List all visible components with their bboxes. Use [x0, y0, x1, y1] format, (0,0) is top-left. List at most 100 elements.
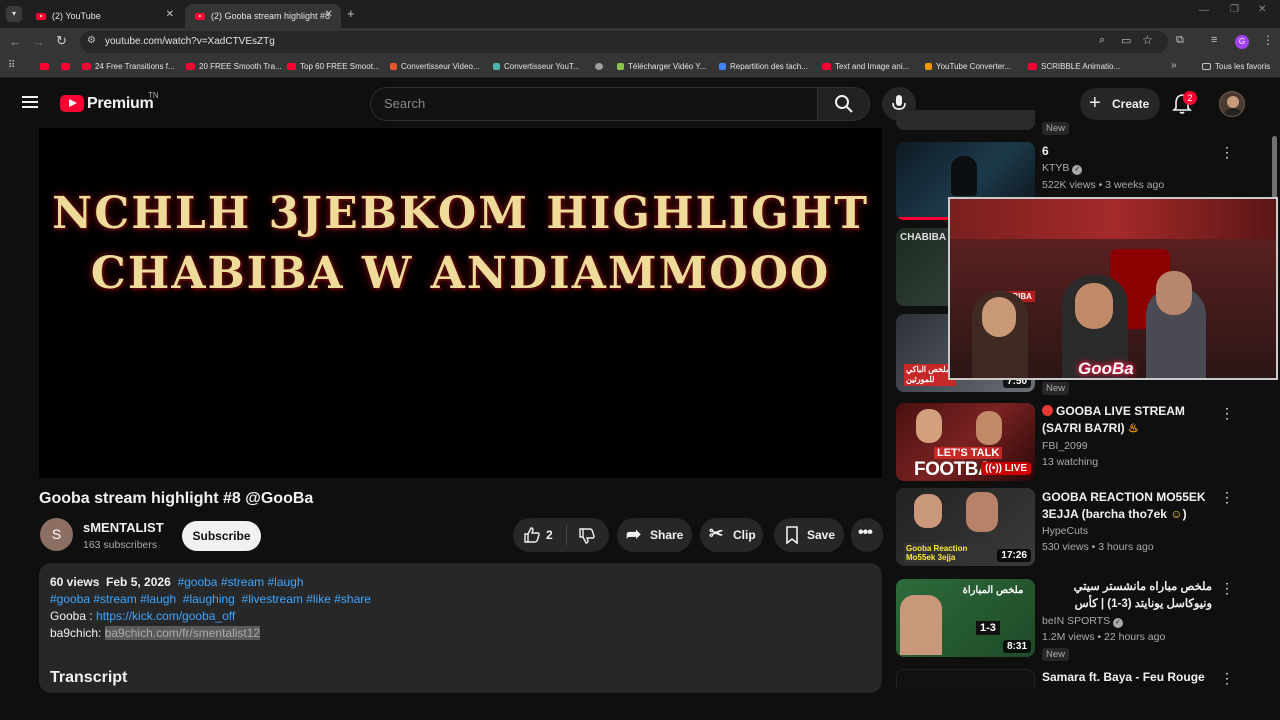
new-badge: New [1042, 648, 1070, 661]
account-avatar[interactable] [1219, 91, 1245, 117]
youtube-favicon-icon [36, 12, 46, 20]
bookmark-item[interactable]: Top 60 FREE Smoot... [287, 62, 380, 71]
more-options-icon[interactable]: ⋮ [1220, 405, 1234, 422]
live-indicator-icon [1042, 405, 1053, 416]
notifications-button[interactable]: 2 [1172, 91, 1197, 115]
video-thumbnail[interactable]: Gooba Reaction Mo55ek 3ejja 17:26 [896, 488, 1035, 566]
browser-tab-youtube[interactable]: (2) YouTube ✕ [26, 4, 182, 28]
upload-date: Feb 5, 2026 [106, 575, 171, 589]
video-thumbnail[interactable]: ملخص المباراة 1-3 8:31 [896, 579, 1035, 657]
video-title[interactable]: Samara ft. Baya - Feu Rouge [1042, 669, 1212, 686]
bookmark-label: Text and Image ani... [835, 62, 910, 71]
video-thumbnail[interactable] [896, 669, 1035, 688]
close-tab-icon[interactable]: ✕ [325, 9, 333, 20]
bookmark-youtube-2[interactable] [61, 62, 74, 71]
converter-favicon-icon [925, 63, 932, 70]
subscribe-button[interactable]: Subscribe [182, 521, 261, 551]
extensions-icon[interactable]: ⧉ [1176, 34, 1184, 47]
cast-icon[interactable]: ▭ [1121, 34, 1131, 47]
bookmark-item[interactable]: YouTube Converter... [925, 62, 1011, 71]
media-controls-icon[interactable]: ≡ [1211, 34, 1217, 46]
video-meta: 522K views • 3 weeks ago [1042, 179, 1165, 191]
dislike-button[interactable] [567, 518, 609, 552]
youtube-favicon-icon [287, 63, 296, 70]
bookmark-youtube-1[interactable] [40, 62, 53, 71]
video-title[interactable]: ملخص مباراه مانشستر سيتي ونيوكاسل يونايت… [1042, 579, 1212, 613]
site-info-icon[interactable]: ⚙ [87, 35, 96, 46]
video-thumbnail[interactable]: LET'S TALK FOOTBA ((•)) LIVE [896, 403, 1035, 481]
youtube-favicon-icon [82, 63, 91, 70]
bookmark-item[interactable]: Text and Image ani... [822, 62, 909, 71]
more-options-icon[interactable]: ⋮ [1220, 144, 1234, 161]
channel-name: beIN SPORTS ✓ [1042, 615, 1124, 628]
hashtags-top[interactable]: #gooba #stream #laugh [177, 575, 303, 589]
forward-arrow-icon[interactable]: → [32, 34, 45, 49]
hashtag-link[interactable]: #laughing [183, 592, 235, 606]
video-meta: 530 views • 3 hours ago [1042, 541, 1154, 553]
apps-grid-icon[interactable]: ⠿ [8, 60, 15, 71]
more-options-icon[interactable]: ⋮ [1220, 489, 1234, 506]
browser-menu-icon[interactable]: ⋮ [1262, 33, 1274, 47]
more-actions-button[interactable]: ••• [851, 518, 883, 552]
hashtag-link[interactable]: #livestream #like #share [242, 592, 371, 606]
minimize-window-icon[interactable]: — [1199, 5, 1209, 16]
share-button[interactable]: ➦ Share [617, 518, 692, 552]
create-button[interactable]: + Create [1080, 88, 1160, 120]
reload-icon[interactable]: ↻ [56, 33, 67, 49]
verified-icon: ✓ [1072, 165, 1083, 175]
search-input[interactable] [370, 87, 818, 121]
clip-button[interactable]: ✂ Clip [700, 518, 763, 552]
bookmark-label: Télécharger Vidéo Y... [628, 62, 707, 71]
close-window-icon[interactable]: ✕ [1258, 4, 1266, 15]
more-options-icon[interactable]: ⋮ [1220, 580, 1234, 597]
video-title[interactable]: 6 [1042, 143, 1212, 160]
channel-avatar[interactable]: S [40, 518, 73, 551]
youtube-favicon-icon [1028, 63, 1037, 70]
restore-window-icon[interactable]: ❐ [1230, 4, 1239, 15]
bookmark-item[interactable] [595, 62, 607, 71]
bookmark-star-icon[interactable]: ☆ [1142, 33, 1153, 47]
bookmark-item[interactable]: Convertisseur Video... [390, 62, 480, 71]
video-thumbnail-partial[interactable] [896, 110, 1035, 130]
more-options-icon[interactable]: ⋮ [1220, 670, 1234, 687]
more-horizontal-icon: ••• [858, 524, 873, 541]
video-player[interactable]: NCHLH 3JEBKOM HIGHLIGHT CHABIBA W ANDIAM… [39, 128, 882, 478]
picture-in-picture-overlay[interactable]: CHABIBA GooBa [948, 197, 1278, 380]
subscriber-count: 163 subscribers [83, 539, 158, 551]
bookmark-item[interactable]: Repartition des tach... [719, 62, 808, 71]
hashtag-link[interactable]: #gooba #stream [50, 592, 137, 606]
like-button[interactable]: 2 [513, 518, 566, 552]
kick-link[interactable]: https://kick.com/gooba_off [96, 609, 235, 623]
hashtag-link[interactable]: #laugh [140, 592, 176, 606]
bookmark-item[interactable]: 20 FREE Smooth Tra... [186, 62, 282, 71]
youtube-logo[interactable] [60, 95, 84, 112]
save-button[interactable]: Save [774, 518, 844, 552]
hamburger-menu-icon[interactable] [22, 96, 38, 108]
thumbnail-text: LET'S TALK [934, 447, 1003, 459]
back-arrow-icon[interactable]: ← [9, 34, 22, 49]
share-icon: ➦ [626, 524, 642, 544]
bookmark-item[interactable]: SCRIBBLE Animatio... [1028, 62, 1120, 71]
search-button[interactable] [817, 87, 870, 121]
scrollbar-thumb[interactable] [1272, 136, 1277, 200]
bookmark-item[interactable]: Convertisseur YouT... [493, 62, 580, 71]
all-bookmarks-folder[interactable]: Tous les favoris [1202, 62, 1270, 71]
new-tab-button[interactable]: + [347, 6, 355, 21]
browser-tab-active[interactable]: (2) Gooba stream highlight #8 ✕ [185, 4, 341, 28]
ba9chich-link[interactable]: ba9chich.com/fr/smentalist12 [104, 626, 261, 640]
bookmark-item[interactable]: 24 Free Transitions f... [82, 62, 175, 71]
tab-search-button[interactable]: ▾ [6, 6, 22, 22]
player-caption-line-2: CHABIBA W ANDIAMMOOO [90, 248, 831, 299]
description-meta: 60 views Feb 5, 2026 #gooba #stream #lau… [50, 575, 304, 589]
country-code: TN [148, 91, 159, 100]
channel-name[interactable]: sMENTALIST [83, 520, 164, 535]
zoom-icon[interactable]: ⌕ [1099, 34, 1105, 47]
video-title[interactable]: GOOBA LIVE STREAM (SA7RI BA7RI) ♨ [1042, 403, 1212, 437]
more-bookmarks-icon[interactable]: » [1171, 60, 1177, 71]
laughing-emoji-icon: ☺ [1170, 507, 1183, 521]
close-tab-icon[interactable]: ✕ [166, 9, 174, 20]
video-meta: 1.2M views • 22 hours ago [1042, 631, 1166, 643]
bookmark-item[interactable]: Télécharger Vidéo Y... [617, 62, 706, 71]
video-title[interactable]: GOOBA REACTION MO55EK 3EJJA (barcha tho7… [1042, 489, 1212, 523]
profile-avatar[interactable]: G [1235, 35, 1249, 49]
